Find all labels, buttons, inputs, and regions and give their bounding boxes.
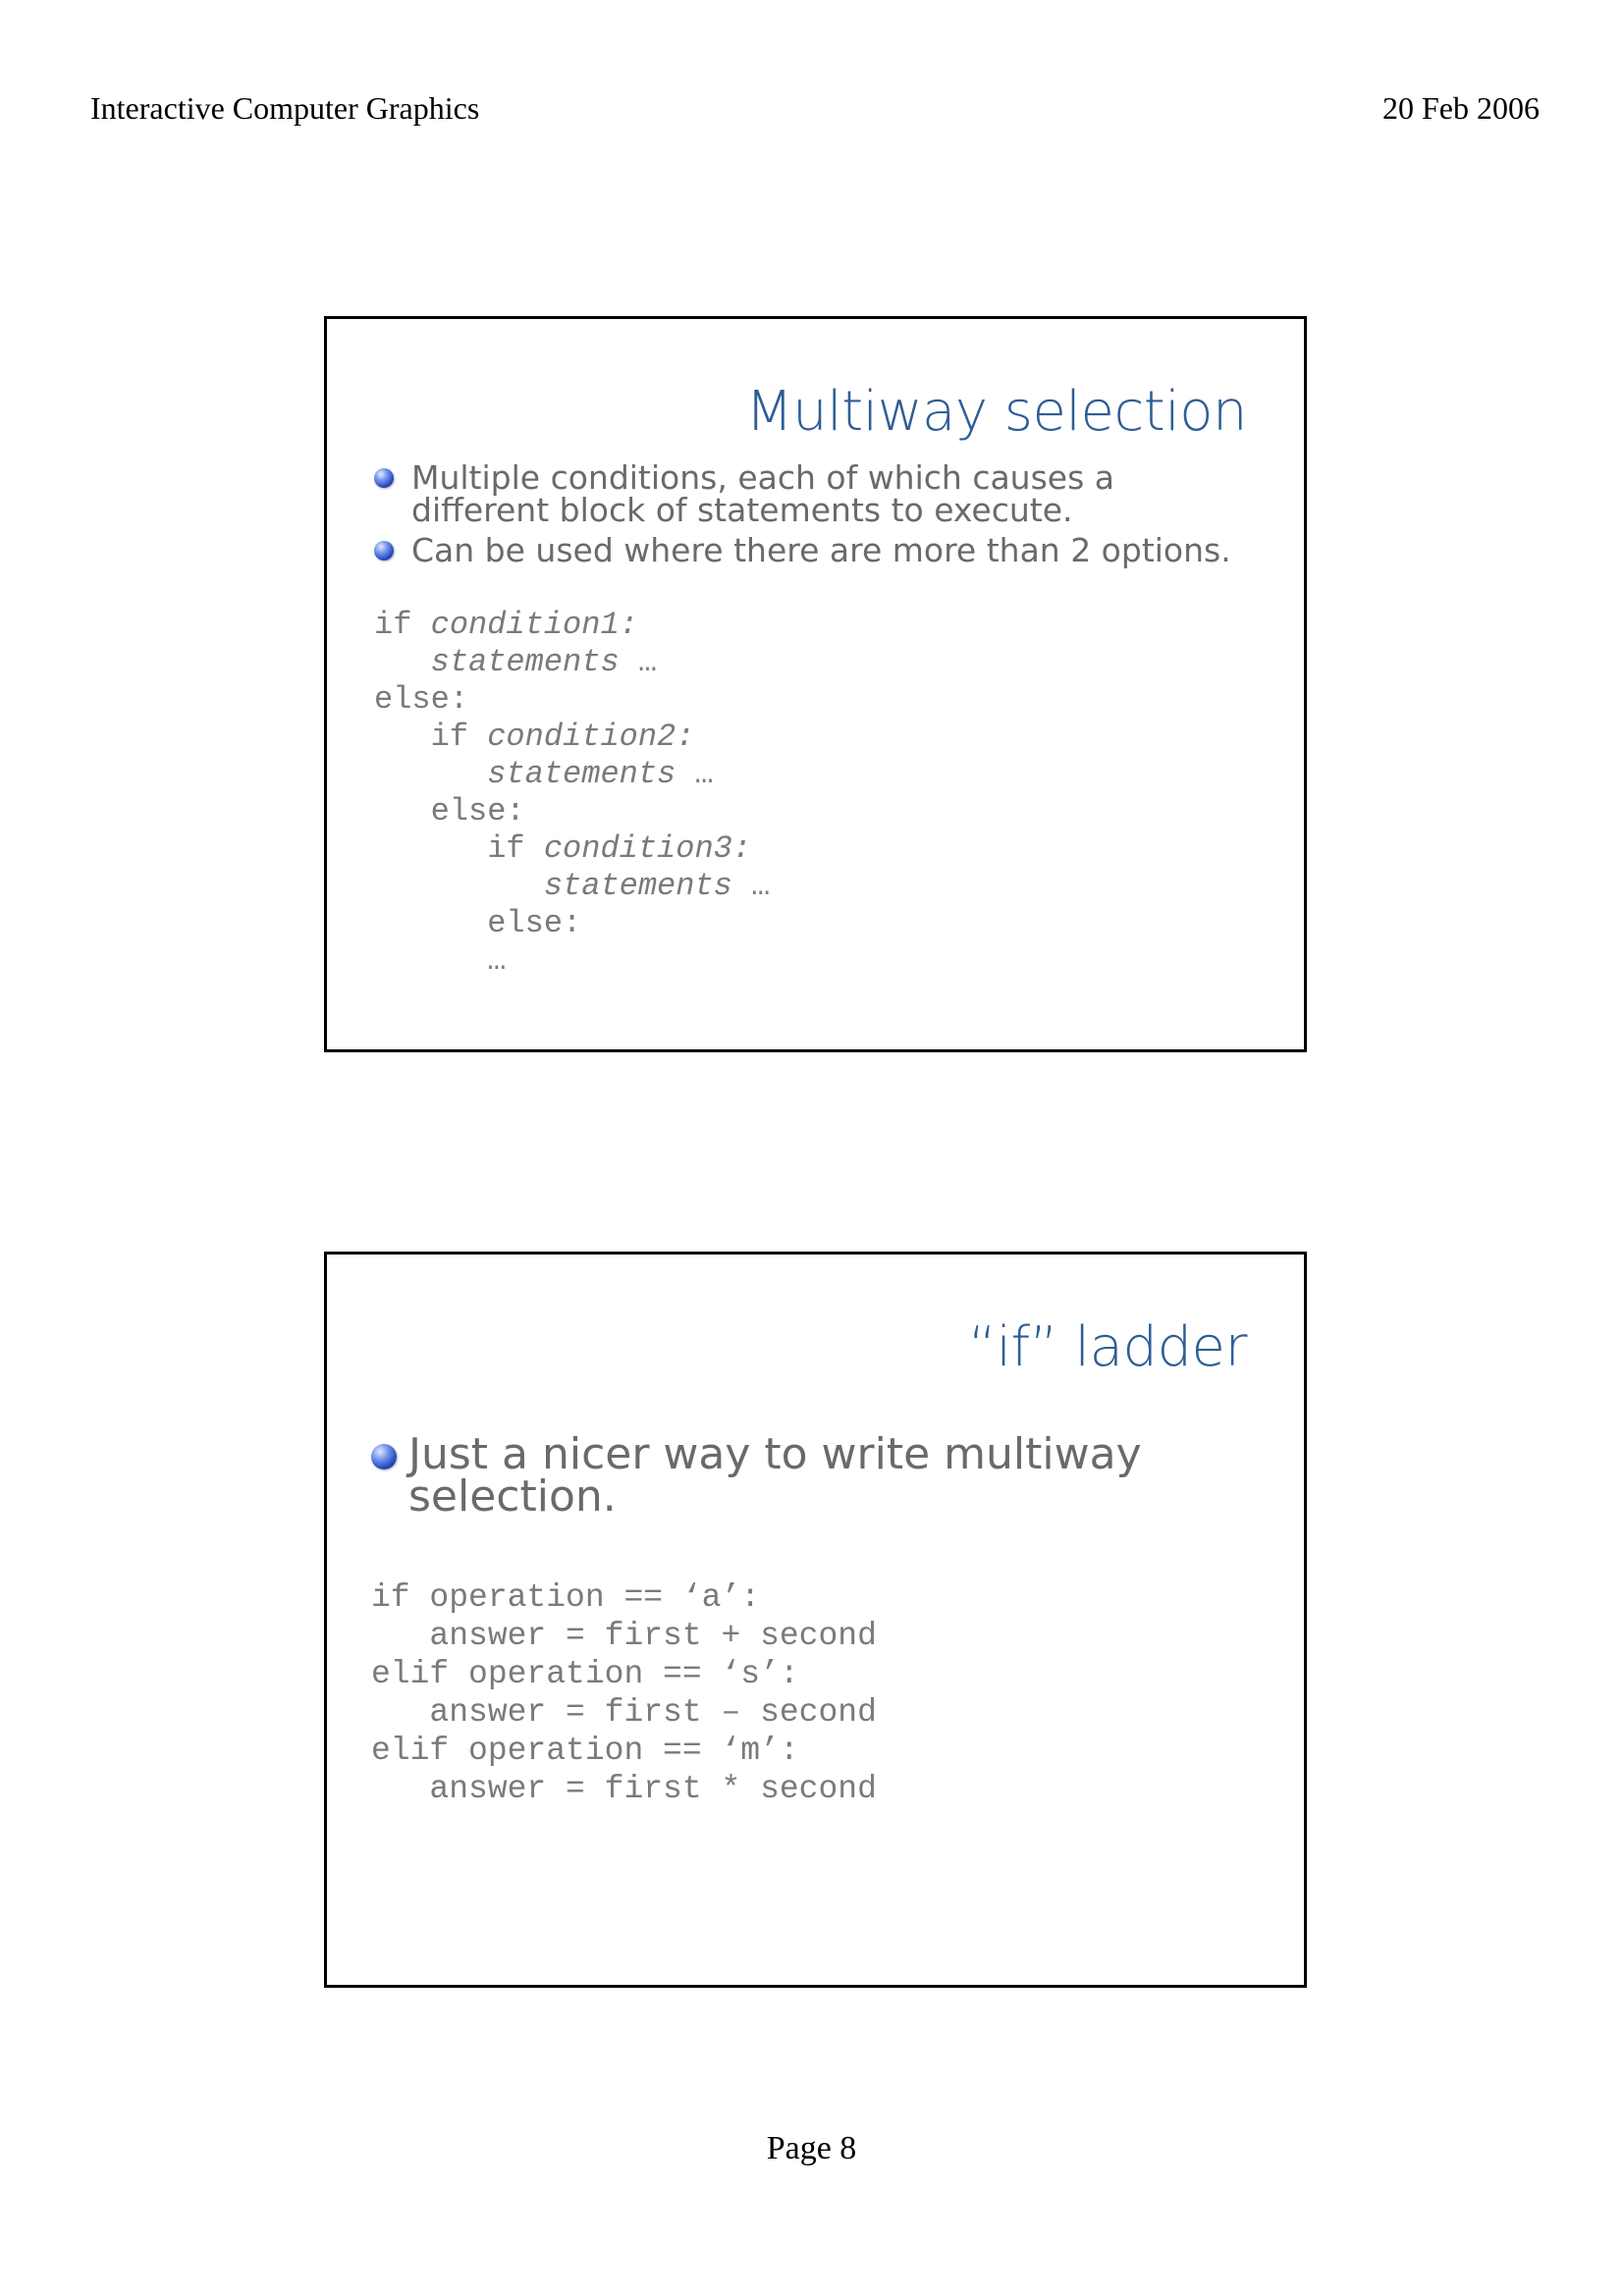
bullet-sphere-icon (374, 541, 394, 561)
code-line: else: (374, 793, 770, 830)
bullet-text: Multiple conditions, each of which cause… (411, 458, 1114, 529)
code-line: else: (374, 681, 770, 719)
code-keyword: … (676, 756, 714, 792)
code-keyword (374, 830, 487, 867)
code-line: statements … (374, 644, 770, 681)
slide-title: Multiway selection (745, 380, 1247, 444)
code-placeholder: statements (543, 868, 732, 904)
code-line: answer = first + second (371, 1618, 877, 1654)
code-keyword (374, 905, 487, 941)
code-line: … (374, 942, 770, 980)
bullet-item: Multiple conditions, each of which cause… (374, 461, 1258, 526)
bullet-sphere-icon (374, 468, 394, 488)
code-line: answer = first – second (371, 1694, 877, 1731)
code-keyword (374, 942, 487, 979)
code-line: statements … (374, 868, 770, 905)
bullet-sphere-icon (371, 1444, 397, 1469)
page-header-title: Interactive Computer Graphics (90, 90, 480, 126)
code-keyword: … (731, 868, 771, 904)
code-placeholder: statements (430, 644, 620, 680)
code-keyword: else: (430, 793, 525, 829)
code-line: elif operation == ‘s’: (371, 1656, 799, 1692)
code-keyword (374, 868, 544, 904)
code-line: if condition2: (374, 719, 770, 756)
bullet-list: Multiple conditions, each of which cause… (374, 461, 1258, 574)
code-keyword: … (619, 644, 658, 680)
code-line: answer = first * second (371, 1771, 877, 1807)
code-line: if condition3: (374, 830, 770, 868)
code-block: if condition1: statements … else: if cond… (374, 607, 770, 980)
slide-multiway-selection: Multiway selection Multiple conditions, … (324, 316, 1307, 1052)
code-placeholder: condition1: (430, 607, 638, 643)
code-line: if operation == ‘a’: (371, 1579, 761, 1616)
code-keyword: if (487, 830, 544, 867)
page-header-date: 20 Feb 2006 (1382, 90, 1540, 126)
bullet-list: Just a nicer way to write multiway selec… (371, 1433, 1255, 1525)
code-keyword: else: (374, 681, 469, 718)
code-keyword (374, 719, 431, 755)
code-keyword: … (487, 942, 507, 979)
page-number: Page 8 (766, 2130, 857, 2166)
code-placeholder: statements (487, 756, 676, 792)
slide-title: “if” ladder (967, 1315, 1248, 1379)
code-line: if condition1: (374, 607, 770, 644)
code-keyword: if (430, 719, 488, 755)
code-block: if operation == ‘a’: answer = first + se… (371, 1578, 877, 1808)
code-keyword (374, 793, 431, 829)
code-keyword: else: (487, 905, 582, 941)
bullet-text: Just a nicer way to write multiway selec… (408, 1429, 1142, 1522)
code-line: statements … (374, 756, 770, 793)
code-keyword: if (374, 607, 431, 643)
code-keyword (374, 756, 487, 792)
code-placeholder: condition3: (543, 830, 752, 867)
bullet-text: Can be used where there are more than 2 … (411, 531, 1231, 569)
code-line: elif operation == ‘m’: (371, 1733, 799, 1769)
code-keyword (374, 644, 431, 680)
code-line: else: (374, 905, 770, 942)
bullet-item: Can be used where there are more than 2 … (374, 534, 1258, 566)
code-placeholder: condition2: (487, 719, 695, 755)
bullet-item: Just a nicer way to write multiway selec… (371, 1433, 1255, 1519)
slide-if-ladder: “if” ladder Just a nicer way to write mu… (324, 1252, 1307, 1988)
